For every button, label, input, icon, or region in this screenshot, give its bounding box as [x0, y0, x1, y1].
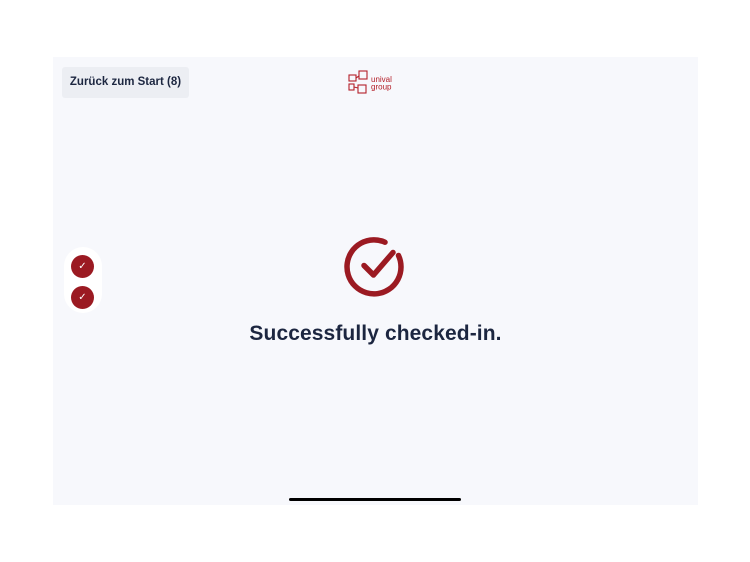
back-to-start-button[interactable]: Zurück zum Start (8) [62, 67, 189, 98]
step-2-check-icon: ✓ [71, 286, 94, 309]
unival-group-logo: unival group [348, 70, 392, 94]
step-progress-panel: ✓ ✓ [64, 247, 102, 313]
logo-text-line2: group [371, 83, 392, 92]
check-circle-icon [344, 237, 404, 297]
unival-group-logo-icon [348, 70, 368, 94]
success-message: Successfully checked-in. [249, 322, 502, 345]
checkin-screen: Zurück zum Start (8) unival group ✓ ✓ Su… [53, 57, 698, 505]
home-indicator [289, 498, 461, 501]
step-1-check-icon: ✓ [71, 255, 94, 278]
